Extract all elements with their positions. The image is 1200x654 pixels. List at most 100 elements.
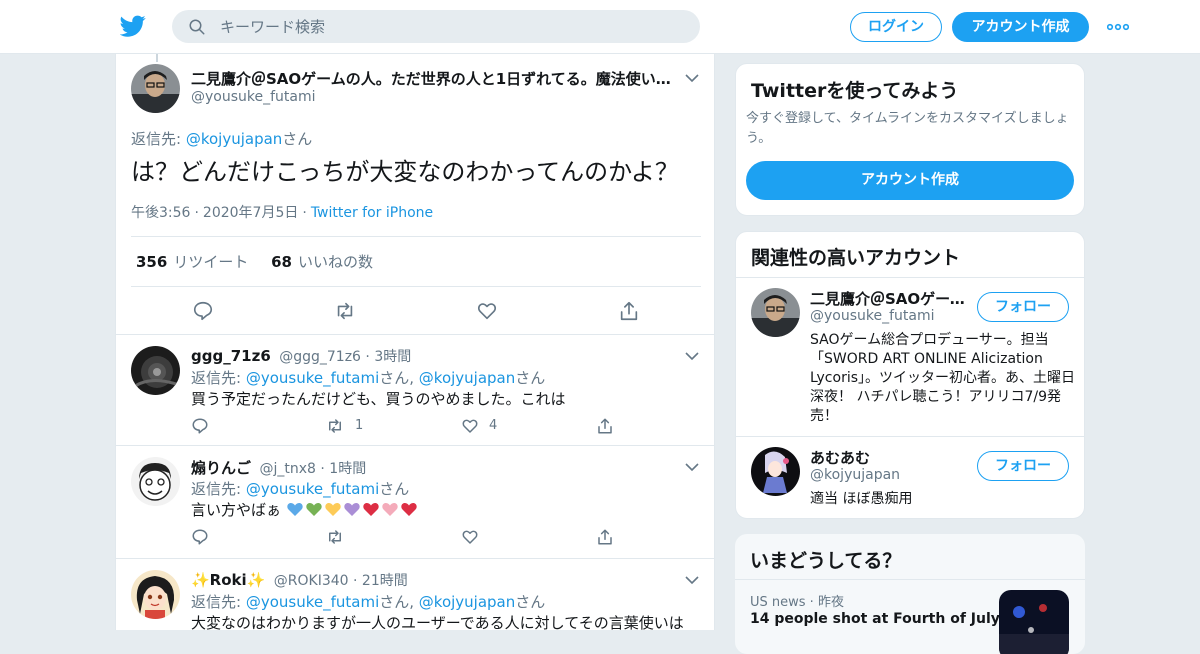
search-bar[interactable] [172,10,700,43]
reply-tweet[interactable]: ✨Roki✨ @ROKI340 · 21時間 返信先: @yousuke_fut… [116,559,714,630]
chevron-down-icon[interactable] [685,351,699,361]
chevron-down-icon[interactable] [685,462,699,472]
trend-meta: US news · 昨夜 [750,595,844,610]
trend-headline[interactable]: 14 people shot at Fourth of July [750,611,1000,627]
related-accounts-card: 関連性の高いアカウント 二見鷹介＠SAOゲームの人。 @yousuke_futa… [735,231,1085,519]
account-avatar[interactable] [751,288,800,337]
reply-handle-link[interactable]: @kojyujapan [419,369,515,387]
tweet-meta: 午後3:56 · 2020年7月5日 · Twitter for iPhone [131,205,434,221]
heart-emoji-icon [401,502,417,516]
avatar-photo [751,288,800,337]
reply-avatar[interactable] [131,570,180,619]
trend-category: US news [750,595,806,610]
heart-emoji-icon [363,502,379,516]
related-account[interactable]: 二見鷹介＠SAOゲームの人。 @yousuke_futami フォロー SAOゲ… [736,278,1084,436]
create-account-button[interactable]: アカウント作成 [746,161,1074,200]
retweet-icon[interactable] [326,528,344,546]
reply-icon[interactable] [192,300,214,322]
like-heart-icon[interactable] [461,417,479,435]
top-navigation-bar: ログイン アカウント作成 [0,0,1200,54]
reply-time[interactable]: 1時間 [329,461,366,477]
reply-prefix: 返信先: [131,130,186,148]
reply-handle-link[interactable]: @kojyujapan [419,593,515,611]
reply-tweet[interactable]: ggg_71z6 @ggg_71z6 · 3時間 返信先: @yousuke_f… [116,335,714,445]
reply-time[interactable]: 21時間 [362,573,408,589]
chevron-down-icon[interactable] [685,575,699,585]
like-heart-icon[interactable] [461,528,479,546]
reply-text: 言い方やばぁ [191,499,426,520]
chevron-down-icon[interactable] [685,73,699,83]
divider [131,236,701,237]
heart-emoji-icon [287,502,303,516]
divider [131,286,701,287]
account-avatar[interactable] [751,447,800,496]
reply-tweet[interactable]: 煽りんご @j_tnx8 · 1時間 返信先: @yousuke_futamiさ… [116,446,714,558]
card-title: 関連性の高いアカウント [751,247,961,269]
reply-header: ggg_71z6 @ggg_71z6 · 3時間 [191,347,412,365]
retweet-count: 1 [355,418,364,433]
twitter-bird-logo-icon[interactable] [120,13,146,39]
retweet-stat[interactable]: 356 リツイート [136,253,248,271]
tweet-time[interactable]: 午後3:56 [131,205,190,221]
reply-author-name[interactable]: 煽りんご [191,459,251,477]
signup-button[interactable]: アカウント作成 [952,12,1089,42]
avatar-photo [131,346,180,395]
account-name[interactable]: 二見鷹介＠SAOゲームの人。 [810,288,970,309]
account-handle[interactable]: @kojyujapan [810,467,900,483]
related-account[interactable]: あむあむ @kojyujapan フォロー 適当 ほぼ愚痴用 [736,437,1084,518]
reply-icon[interactable] [191,417,209,435]
avatar-illustration [131,570,180,619]
reply-time[interactable]: 3時間 [374,349,411,365]
account-handle[interactable]: @yousuke_futami [810,308,935,324]
like-count: 4 [489,418,498,433]
author-avatar[interactable] [131,64,180,113]
tweet-date[interactable]: 2020年7月5日 [203,205,298,221]
heart-emoji-icon [325,502,341,516]
tweet-stats: 356 リツイート 68 いいねの数 [136,251,373,272]
reply-icon[interactable] [191,528,209,546]
reply-author-handle[interactable]: @j_tnx8 [259,461,315,477]
tweet-text: は？どんだけこっちが大変なのわかってんのかよ？ [131,158,679,186]
reply-text: 買う予定だったんだけども、買うのやめました。これは [191,390,566,408]
retweet-icon[interactable] [326,417,344,435]
reply-avatar[interactable] [131,457,180,506]
heart-emoji-icon [382,502,398,516]
share-icon[interactable] [596,528,614,546]
login-button[interactable]: ログイン [850,12,942,42]
reply-author-handle[interactable]: @ROKI340 [274,573,349,589]
card-description: 今すぐ登録して、タイムラインをカスタマイズしましょう。 [746,111,1069,146]
reply-handle-link[interactable]: @yousuke_futami [246,480,379,498]
reply-author-name[interactable]: ggg_71z6 [191,347,271,365]
trends-card: いまどうしてる？ US news · 昨夜 14 people shot at … [735,534,1085,654]
reply-handle-link[interactable]: @yousuke_futami [246,369,379,387]
reply-to-line: 返信先: @kojyujapanさん [131,128,312,149]
follow-button[interactable]: フォロー [977,292,1069,322]
card-title: Twitterを使ってみよう [751,80,959,102]
reply-to-line: 返信先: @yousuke_futamiさん [191,480,410,498]
share-icon[interactable] [618,300,640,322]
follow-button[interactable]: フォロー [977,451,1069,481]
tweet-source-link[interactable]: Twitter for iPhone [311,205,433,221]
account-name[interactable]: あむあむ [810,447,970,468]
like-heart-icon[interactable] [476,300,498,322]
reply-author-name[interactable]: ✨Roki✨ [191,571,265,589]
heart-emoji-row-icon [287,502,417,516]
retweet-icon[interactable] [334,300,356,322]
divider [735,579,1085,580]
reply-text: 大変なのはわかりますが一人のユーザーである人に対してその言葉使いは [191,614,684,630]
share-icon[interactable] [596,417,614,435]
author-handle[interactable]: @yousuke_futami [191,89,316,105]
reply-to-line: 返信先: @yousuke_futamiさん, @kojyujapanさん [191,593,546,611]
author-name[interactable]: 二見鷹介＠SAOゲームの人。ただ世界の人と1日ずれてる。魔法使いになりました [191,68,671,89]
reply-to-line: 返信先: @yousuke_futamiさん, @kojyujapanさん [191,369,546,387]
reply-handle-link[interactable]: @kojyujapan [186,130,282,148]
search-input[interactable] [220,10,680,43]
more-options-icon[interactable] [1107,23,1129,31]
signup-promo-card: Twitterを使ってみよう 今すぐ登録して、タイムラインをカスタマイズしましょ… [735,63,1085,216]
trend-thumbnail[interactable] [999,590,1069,654]
like-stat[interactable]: 68 いいねの数 [271,253,373,271]
reply-handle-link[interactable]: @yousuke_futami [246,593,379,611]
reply-author-handle[interactable]: @ggg_71z6 [279,349,361,365]
reply-avatar[interactable] [131,346,180,395]
reply-header: 煽りんご @j_tnx8 · 1時間 [191,459,367,477]
